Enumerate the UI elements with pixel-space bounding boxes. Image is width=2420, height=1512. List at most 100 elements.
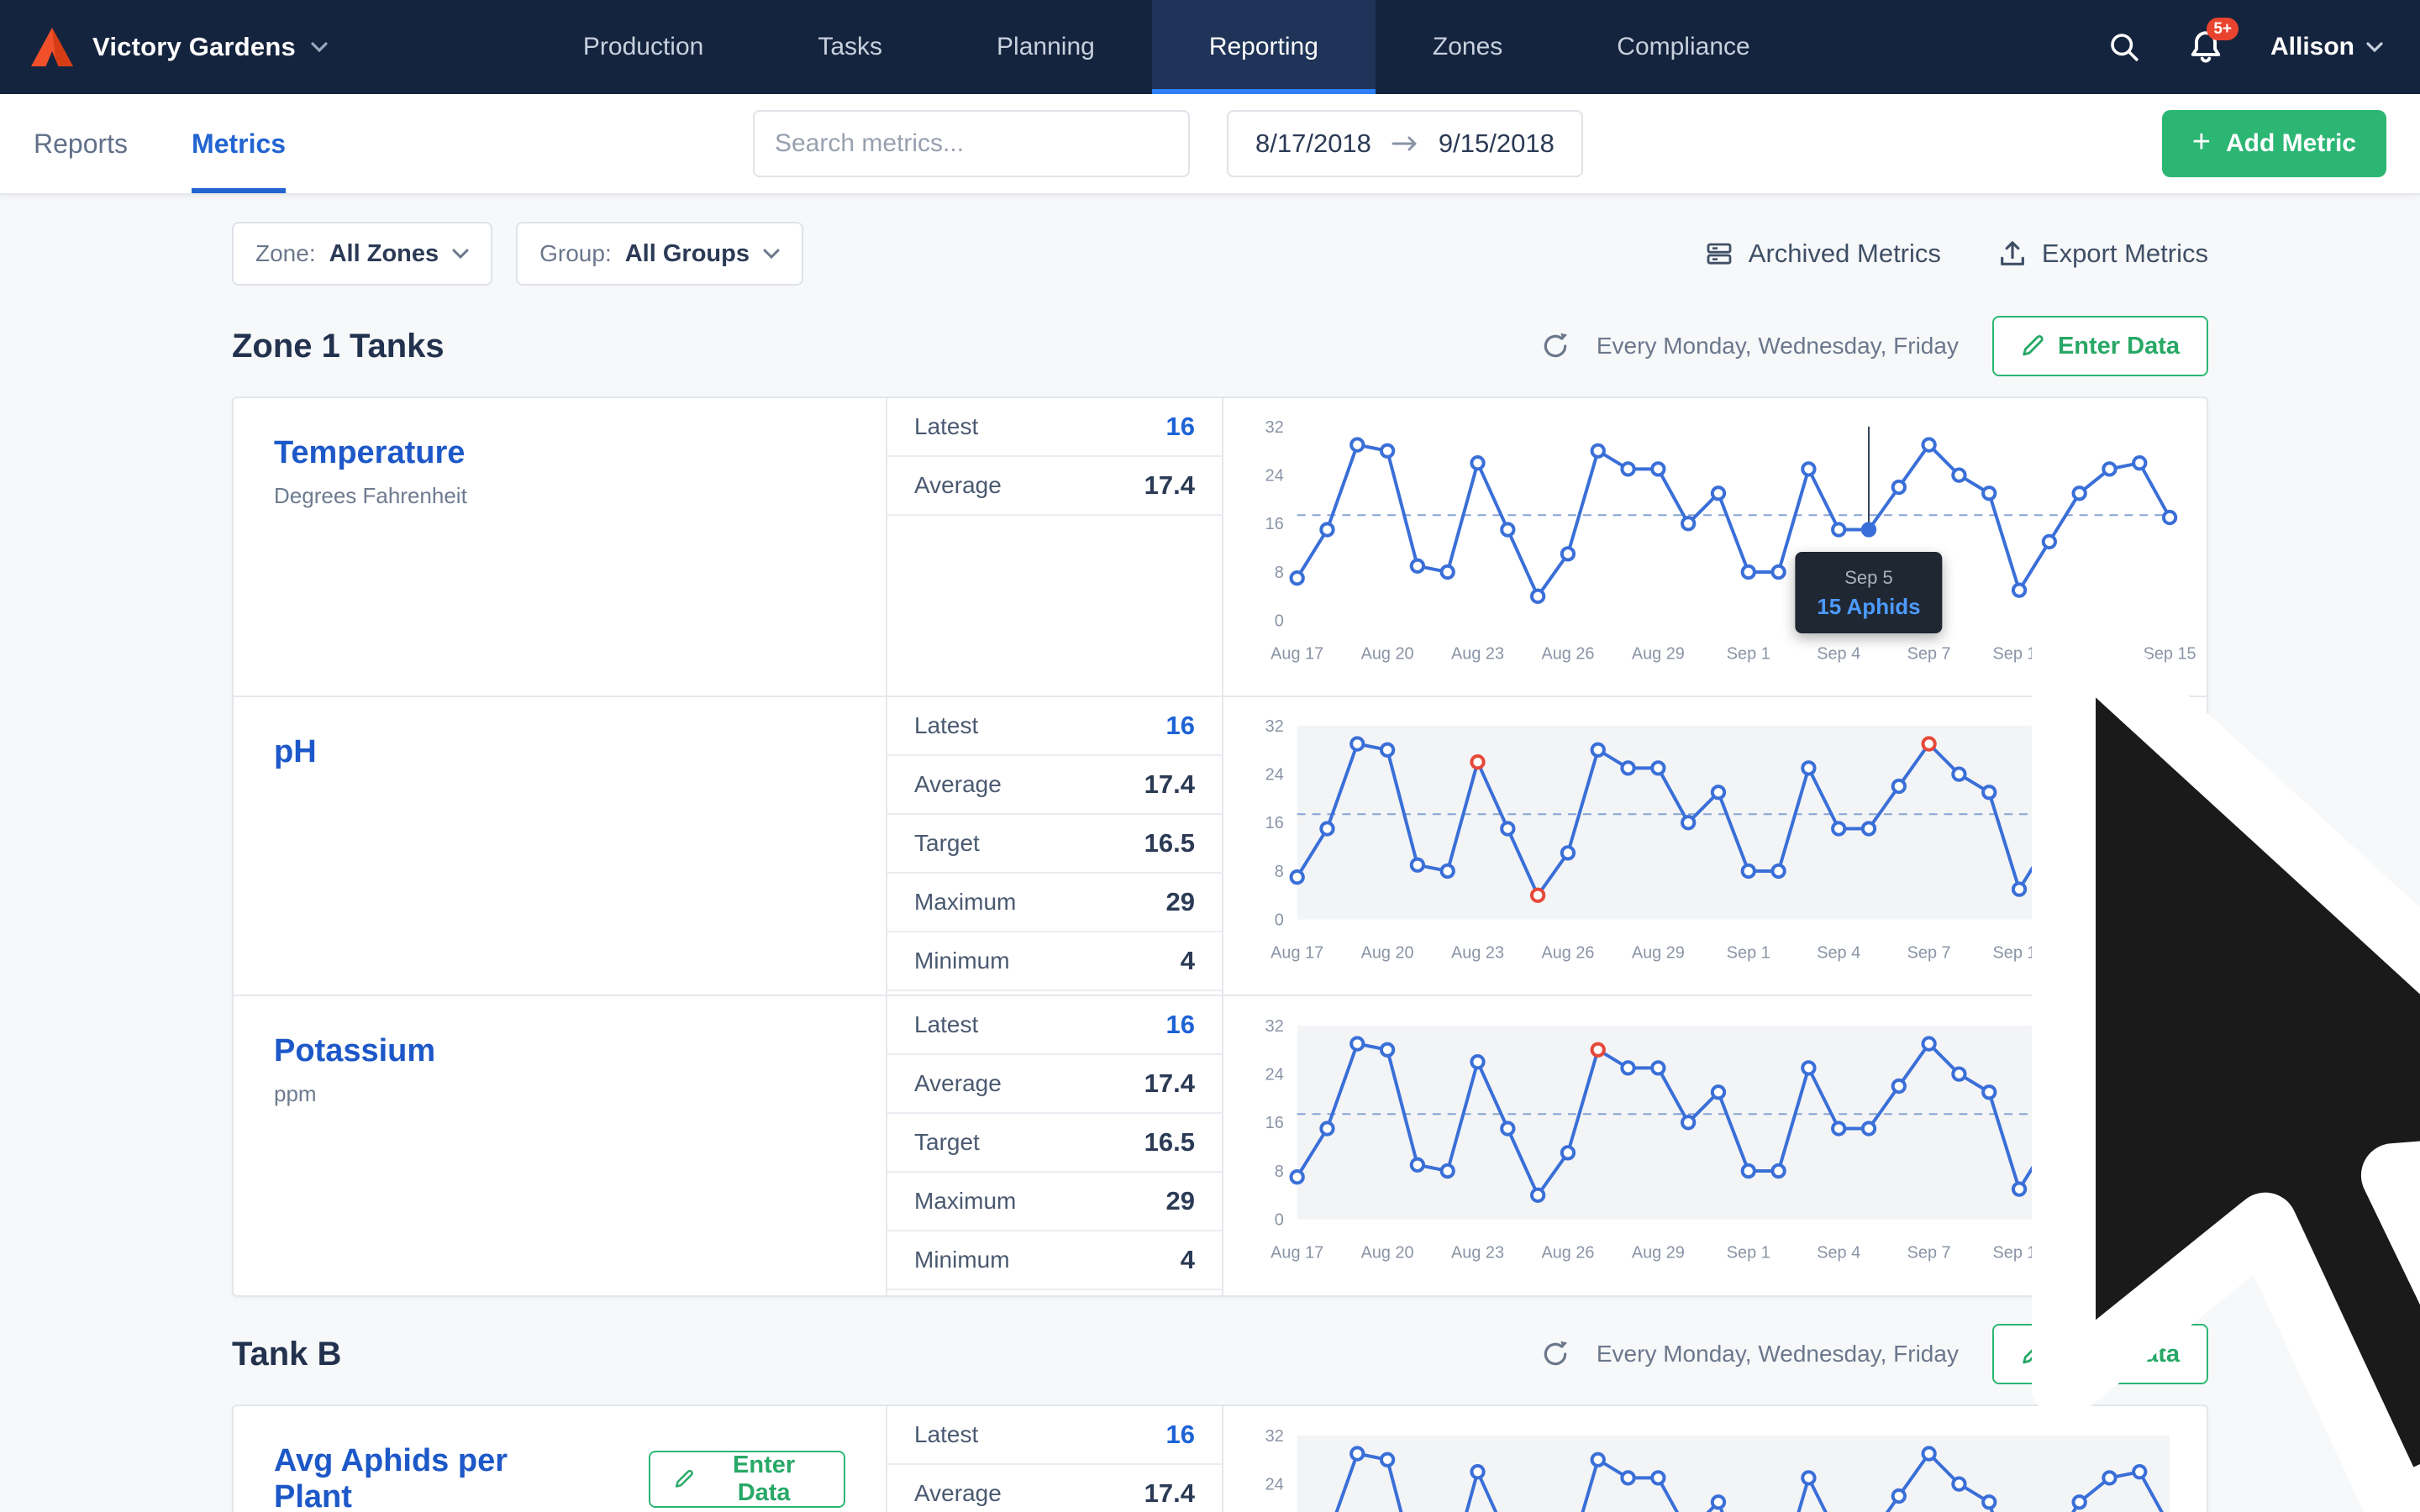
- svg-text:Sep 13: Sep 13: [2083, 943, 2136, 962]
- svg-text:Sep 10: Sep 10: [1993, 644, 2046, 663]
- metric-chart-cell: 32241680Aug 17Aug 20Aug 23Aug 26Aug 29Se…: [1223, 398, 2207, 696]
- metric-stats: Latest 16 Average 17.4 Target 16.5 Maxim…: [886, 996, 1223, 1295]
- metric-sections: Zone 1 Tanks Every Monday, Wednesday, Fr…: [232, 316, 2208, 1512]
- export-icon: [1998, 239, 2027, 268]
- search-icon[interactable]: [2107, 30, 2141, 64]
- chevron-down-icon: [311, 39, 328, 55]
- tab-reports[interactable]: Reports: [34, 94, 128, 193]
- archived-metrics-button[interactable]: Archived Metrics: [1705, 239, 1941, 269]
- add-metric-button[interactable]: + Add Metric: [2162, 110, 2386, 177]
- stat-value: 29: [1166, 1186, 1195, 1216]
- metric-chart-cell: 32241680Aug 17Aug 20Aug 23Aug 26Aug 29Se…: [1223, 697, 2207, 995]
- svg-text:Sep 13: Sep 13: [2083, 1243, 2136, 1262]
- metric-row: Temperature Degrees Fahrenheit Latest 16…: [234, 398, 2207, 697]
- search-input[interactable]: [775, 129, 1168, 158]
- brand-logo-icon: [27, 22, 77, 72]
- section-head: Tank B Every Monday, Wednesday, Friday E…: [232, 1324, 2208, 1384]
- nav-item-planning[interactable]: Planning: [939, 0, 1152, 94]
- metric-line-chart[interactable]: 32241680Aug 17Aug 20Aug 23Aug 26Aug 29Se…: [1247, 413, 2183, 680]
- enter-data-button[interactable]: Enter Data: [649, 1451, 845, 1508]
- stat-row: Average 17.4: [887, 457, 1222, 516]
- svg-text:Sep 10: Sep 10: [1993, 943, 2046, 962]
- metric-line-chart[interactable]: 32241680Aug 17Aug 20Aug 23Aug 26Aug 29Se…: [1247, 1012, 2183, 1279]
- metric-line-chart[interactable]: 32241680Aug 17Aug 20Aug 23Aug 26Aug 29Se…: [1247, 1422, 2183, 1512]
- metric-title-potassium[interactable]: Potassium: [274, 1033, 435, 1069]
- svg-text:Aug 29: Aug 29: [1632, 1243, 1685, 1262]
- stat-label: Maximum: [914, 889, 1016, 916]
- arrow-right-icon: [1392, 135, 1418, 152]
- tooltip-value: 15 Aphids: [1817, 591, 1920, 622]
- pencil-icon: [2021, 334, 2044, 358]
- metric-name-cell: Potassium ppm: [234, 996, 886, 1295]
- svg-text:Sep 1: Sep 1: [1727, 1243, 1770, 1262]
- nav-item-zones[interactable]: Zones: [1376, 0, 1560, 94]
- stat-label: Average: [914, 472, 1002, 499]
- stat-label: Latest: [914, 712, 978, 739]
- stat-label: Minimum: [914, 1247, 1010, 1273]
- metric-unit: Degrees Fahrenheit: [274, 483, 845, 509]
- date-range-picker[interactable]: 8/17/2018 9/15/2018: [1227, 110, 1583, 177]
- filters-row: Zone: All Zones Group: All Groups Archiv…: [232, 222, 2208, 286]
- group-filter[interactable]: Group: All Groups: [516, 222, 803, 286]
- svg-text:Aug 29: Aug 29: [1632, 644, 1685, 663]
- section-title: Tank B: [232, 1336, 341, 1373]
- chevron-down-icon: [763, 245, 780, 262]
- brand-name: Victory Gardens: [92, 32, 296, 62]
- stat-row: Target 16.5: [887, 815, 1222, 874]
- metric-stats: Latest 16 Average 17.4: [886, 1406, 1223, 1512]
- svg-text:Aug 17: Aug 17: [1270, 644, 1323, 663]
- svg-text:Aug 20: Aug 20: [1361, 1243, 1414, 1262]
- export-metrics-button[interactable]: Export Metrics: [1998, 239, 2208, 269]
- user-menu[interactable]: Allison: [2270, 33, 2383, 61]
- pencil-icon: [2021, 1342, 2044, 1366]
- zone-filter[interactable]: Zone: All Zones: [232, 222, 492, 286]
- stat-row: Latest 16: [887, 1406, 1222, 1465]
- svg-text:Aug 23: Aug 23: [1451, 1243, 1504, 1262]
- metric-title-avg-aphids-per-plant[interactable]: Avg Aphids per Plant: [274, 1443, 571, 1512]
- metric-title-temperature[interactable]: Temperature: [274, 435, 465, 471]
- metric-chart-cell: 32241680Aug 17Aug 20Aug 23Aug 26Aug 29Se…: [1223, 1406, 2207, 1512]
- svg-text:Sep 15: Sep 15: [2144, 644, 2196, 663]
- stat-row: Average 17.4: [887, 1055, 1222, 1114]
- metric-card: Avg Aphids per Plant Enter Data # of Aph…: [232, 1404, 2208, 1512]
- refresh-icon: [1541, 332, 1570, 360]
- stat-label: Latest: [914, 1011, 978, 1038]
- metric-title-ph[interactable]: pH: [274, 734, 317, 770]
- svg-text:32: 32: [1265, 1017, 1284, 1036]
- svg-text:Sep 7: Sep 7: [1907, 943, 1951, 962]
- metric-section: Zone 1 Tanks Every Monday, Wednesday, Fr…: [232, 316, 2208, 1297]
- metric-chart-cell: 32241680Aug 17Aug 20Aug 23Aug 26Aug 29Se…: [1223, 996, 2207, 1295]
- nav-item-production[interactable]: Production: [526, 0, 760, 94]
- stat-value: 4: [1181, 946, 1195, 976]
- stat-label: Latest: [914, 413, 978, 440]
- stat-value: 17.4: [1144, 470, 1195, 501]
- nav-item-reporting[interactable]: Reporting: [1152, 0, 1376, 94]
- stat-value: 16: [1166, 1420, 1195, 1450]
- metric-unit: ppm: [274, 1081, 845, 1107]
- org-switcher[interactable]: Victory Gardens: [27, 0, 328, 94]
- sub-header: Reports Metrics 8/17/2018 9/15/2018 + Add…: [0, 94, 2420, 195]
- nav-item-tasks[interactable]: Tasks: [760, 0, 939, 94]
- main-content: Zone: All Zones Group: All Groups Archiv…: [0, 195, 2420, 1512]
- section-head: Zone 1 Tanks Every Monday, Wednesday, Fr…: [232, 316, 2208, 376]
- svg-text:Aug 17: Aug 17: [1270, 943, 1323, 962]
- top-nav: Victory Gardens ProductionTasksPlanningR…: [0, 0, 2420, 94]
- section-title: Zone 1 Tanks: [232, 328, 445, 365]
- svg-text:Aug 23: Aug 23: [1451, 644, 1504, 663]
- nav-item-compliance[interactable]: Compliance: [1560, 0, 1807, 94]
- stat-label: Average: [914, 771, 1002, 798]
- metric-name-cell: Avg Aphids per Plant Enter Data # of Aph…: [234, 1406, 886, 1512]
- svg-text:Sep 7: Sep 7: [1907, 1243, 1951, 1262]
- svg-text:Aug 23: Aug 23: [1451, 943, 1504, 962]
- svg-text:32: 32: [1265, 717, 1284, 736]
- date-start: 8/17/2018: [1255, 129, 1371, 159]
- report-tabs: Reports Metrics: [34, 94, 753, 193]
- enter-data-button[interactable]: Enter Data: [1992, 316, 2208, 376]
- stat-row: Latest 16: [887, 996, 1222, 1055]
- svg-text:Sep 4: Sep 4: [1817, 644, 1860, 663]
- metric-line-chart[interactable]: 32241680Aug 17Aug 20Aug 23Aug 26Aug 29Se…: [1247, 712, 2183, 979]
- notifications-button[interactable]: 5+: [2188, 29, 2223, 65]
- svg-text:Sep 4: Sep 4: [1817, 1243, 1860, 1262]
- enter-data-button[interactable]: Enter Data: [1992, 1324, 2208, 1384]
- tab-metrics[interactable]: Metrics: [192, 94, 286, 193]
